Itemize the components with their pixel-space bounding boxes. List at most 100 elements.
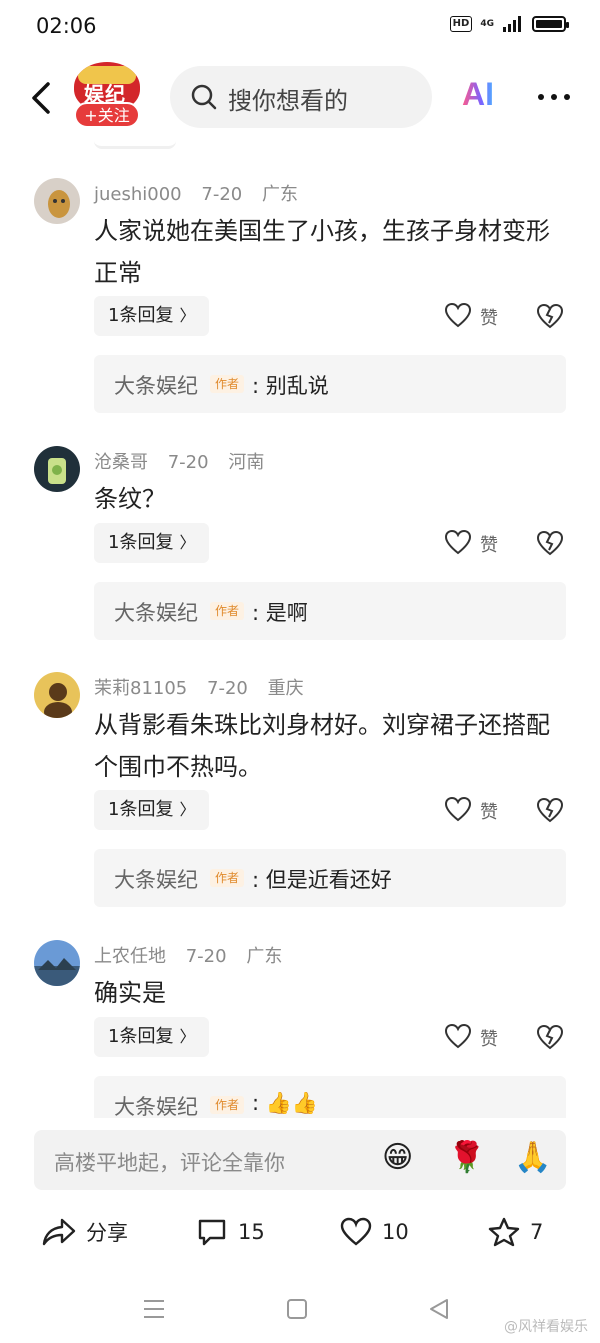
avatar-image <box>34 446 80 492</box>
comment-username[interactable]: 上农任地 <box>94 946 166 967</box>
dislike-heart-icon[interactable] <box>536 796 564 824</box>
hd-icon: HD <box>449 16 473 32</box>
status-bar: 02:06 HD 4G <box>0 0 600 54</box>
reply-count-label: 1条回复 <box>108 799 174 820</box>
watermark: @风祥看娱乐 <box>504 1319 588 1335</box>
user-avatar[interactable] <box>34 672 80 718</box>
heart-icon <box>444 796 472 822</box>
dislike-heart-icon[interactable] <box>536 302 564 330</box>
chevron-right-icon: 〉 <box>179 800 196 819</box>
comment-date: 7-20 <box>167 452 209 473</box>
author-reply[interactable]: 大条娱纪 作者 : 别乱说 <box>94 355 566 413</box>
reply-text: : 别乱说 <box>252 374 329 398</box>
comment-username[interactable]: 沧桑哥 <box>94 452 148 473</box>
battery-icon <box>532 16 569 32</box>
share-icon <box>42 1218 76 1246</box>
dislike-heart-icon[interactable] <box>536 529 564 557</box>
like-button[interactable]: 赞 <box>444 796 504 826</box>
comment-meta: 茉莉81105 7-20 重庆 <box>94 674 318 700</box>
signal-icon <box>503 16 521 32</box>
like-label: 赞 <box>480 308 498 329</box>
author-reply[interactable]: 大条娱纪 作者 : 👍👍 <box>94 1076 566 1118</box>
reply-author-name[interactable]: 大条娱纪 <box>114 1091 198 1118</box>
comment-count-button[interactable]: 15 <box>196 1214 265 1250</box>
comment-count: 15 <box>238 1220 265 1244</box>
reply-author-name[interactable]: 大条娱纪 <box>114 864 198 894</box>
user-avatar[interactable] <box>34 446 80 492</box>
comment-text: 从背影看朱珠比刘身材好。刘穿裙子还搭配个围巾不热吗。 <box>94 711 550 781</box>
like-button[interactable]: 赞 <box>444 302 504 332</box>
comment-username[interactable]: jueshi000 <box>94 184 182 205</box>
like-label: 赞 <box>480 802 498 823</box>
ai-button[interactable]: AI <box>462 76 494 113</box>
reply-text: : 👍👍 <box>252 1091 319 1115</box>
view-replies-button[interactable]: 1条回复〉 <box>94 523 210 563</box>
star-count: 7 <box>530 1220 544 1244</box>
like-label: 赞 <box>480 1029 498 1050</box>
user-avatar[interactable] <box>34 940 80 986</box>
back-triangle-icon[interactable] <box>428 1298 450 1320</box>
follow-button[interactable]: +关注 <box>74 102 140 128</box>
reply-author-name[interactable]: 大条娱纪 <box>114 370 198 400</box>
status-time: 02:06 <box>36 14 97 38</box>
comment-date: 7-20 <box>201 184 243 205</box>
pray-emoji-button[interactable]: 🙏 <box>514 1140 552 1178</box>
menu-icon[interactable] <box>142 1298 166 1320</box>
comment-text: 条纹？ <box>94 485 166 513</box>
like-count-button[interactable]: 10 <box>340 1214 409 1250</box>
reply-text: : 但是近看还好 <box>252 868 392 892</box>
reply-author-name[interactable]: 大条娱纪 <box>114 597 198 627</box>
view-replies-button[interactable]: 1条回复〉 <box>94 790 210 830</box>
chevron-right-icon: 〉 <box>179 533 196 552</box>
top-header: 娱纪 +关注 搜你想看的 AI <box>0 54 600 140</box>
reply-count-label: 1条回复 <box>108 305 174 326</box>
network-type-icon: 4G <box>480 18 494 29</box>
comment-icon <box>198 1219 226 1246</box>
comment-input[interactable]: 高楼平地起，评论全靠你 😁 🌹 🙏 <box>34 1130 566 1190</box>
share-button[interactable]: 分享 <box>42 1214 128 1250</box>
search-icon <box>191 84 217 110</box>
like-label: 赞 <box>480 535 498 556</box>
grin-emoji-button[interactable]: 😁 <box>382 1140 420 1178</box>
star-icon <box>488 1217 520 1247</box>
rose-emoji-button[interactable]: 🌹 <box>448 1140 486 1178</box>
view-replies-button[interactable]: 1条回复〉 <box>94 1017 210 1057</box>
avatar-image <box>34 940 80 986</box>
heart-icon <box>444 1023 472 1049</box>
avatar-image <box>34 178 80 224</box>
search-placeholder: 搜你想看的 <box>228 87 348 115</box>
user-avatar[interactable] <box>34 178 80 224</box>
comment-input-placeholder: 高楼平地起，评论全靠你 <box>54 1151 285 1175</box>
heart-icon <box>444 302 472 328</box>
dislike-heart-icon[interactable] <box>536 1023 564 1051</box>
favorite-button[interactable]: 7 <box>488 1214 543 1250</box>
search-bar[interactable]: 搜你想看的 <box>170 66 432 128</box>
bottom-action-bar: 分享 15 10 7 <box>0 1202 600 1262</box>
like-button[interactable]: 赞 <box>444 1023 504 1053</box>
back-arrow-icon[interactable] <box>24 78 58 118</box>
comment-item: 沧桑哥 7-20 河南 条纹？ 1条回复〉 赞 大条娱纪 作者 : 是啊 <box>0 418 600 644</box>
comment-text: 确实是 <box>94 979 166 1007</box>
comment-item: jueshi000 7-20 广东 人家说她在美国生了小孩，生孩子身材变形正常 … <box>0 150 600 418</box>
heart-icon <box>444 529 472 555</box>
more-options-icon[interactable] <box>536 82 572 112</box>
comment-location: 河南 <box>228 452 265 473</box>
author-reply[interactable]: 大条娱纪 作者 : 是啊 <box>94 582 566 640</box>
comment-list[interactable]: jueshi000 7-20 广东 人家说她在美国生了小孩，生孩子身材变形正常 … <box>0 150 600 1118</box>
status-icons: HD 4G <box>449 16 569 32</box>
author-badge: 作者 <box>210 602 245 620</box>
comment-username[interactable]: 茉莉81105 <box>94 678 187 699</box>
author-reply[interactable]: 大条娱纪 作者 : 但是近看还好 <box>94 849 566 907</box>
like-button[interactable]: 赞 <box>444 529 504 559</box>
comment-date: 7-20 <box>185 946 227 967</box>
comment-location: 重庆 <box>267 678 304 699</box>
view-replies-button[interactable]: 1条回复〉 <box>94 296 210 336</box>
comment-meta: 沧桑哥 7-20 河南 <box>94 448 278 474</box>
author-badge: 作者 <box>210 1096 245 1114</box>
chevron-right-icon: 〉 <box>179 1027 196 1046</box>
heart-icon <box>340 1217 372 1246</box>
share-label: 分享 <box>86 1221 128 1245</box>
home-icon[interactable] <box>286 1298 308 1320</box>
author-badge: 作者 <box>210 869 245 887</box>
author-badge: 作者 <box>210 375 245 393</box>
